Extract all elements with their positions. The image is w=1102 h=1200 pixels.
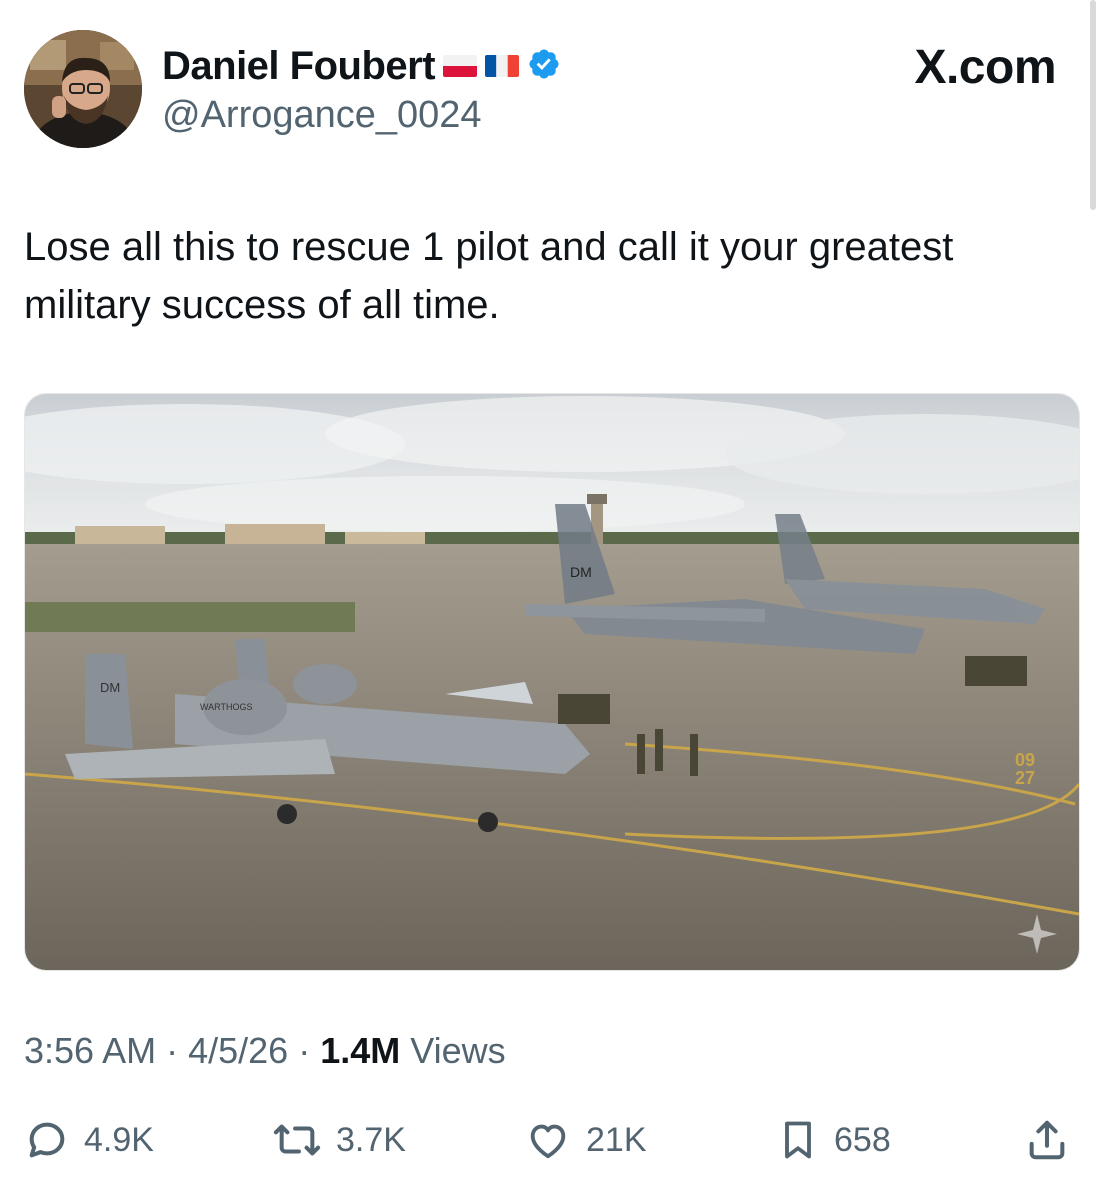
avatar[interactable] [24, 30, 142, 148]
post-date[interactable]: 4/5/26 [188, 1030, 288, 1072]
post-text: Lose all this to rescue 1 pilot and call… [24, 225, 954, 327]
author-display-name[interactable]: Daniel Foubert [162, 44, 436, 89]
tail-code-dm: DM [100, 680, 120, 695]
post-meta: 3:56 AM · 4/5/26 · 1.4M Views [24, 1030, 506, 1072]
post-header: Daniel Foubert @Arrogance_0024 X.com [24, 30, 1078, 150]
meta-separator: · [166, 1030, 179, 1071]
bookmark-icon [776, 1117, 820, 1163]
bookmark-button[interactable]: 658 [776, 1110, 891, 1170]
reply-icon [24, 1117, 70, 1163]
share-icon [1024, 1117, 1070, 1163]
views-label: Views [410, 1030, 506, 1071]
x-brand-logo: X.com [914, 40, 1056, 95]
repost-icon [272, 1117, 322, 1163]
brand-label: X.com [914, 41, 1056, 94]
runway-marking-09: 09 [1015, 750, 1035, 770]
bookmark-count: 658 [834, 1120, 891, 1159]
repost-button[interactable]: 3.7K [272, 1110, 406, 1170]
warthogs-label: WARTHOGS [200, 702, 253, 712]
runway-marking-27: 27 [1015, 768, 1035, 788]
reply-button[interactable]: 4.9K [24, 1110, 154, 1170]
author-handle[interactable]: @Arrogance_0024 [162, 94, 482, 137]
france-flag-icon [485, 55, 520, 77]
reply-count: 4.9K [84, 1120, 154, 1159]
views-count[interactable]: 1.4M [320, 1030, 400, 1071]
share-button[interactable] [1024, 1110, 1070, 1170]
scrollbar[interactable] [1090, 0, 1096, 210]
post-time[interactable]: 3:56 AM [24, 1030, 156, 1072]
meta-separator: · [298, 1030, 311, 1071]
heart-icon [524, 1117, 572, 1163]
tail-code-dm-2: DM [570, 564, 592, 580]
verified-badge-icon [527, 47, 561, 86]
repost-count: 3.7K [336, 1120, 406, 1159]
poland-flag-icon [443, 55, 478, 77]
author-name-row: Daniel Foubert [162, 42, 561, 90]
action-bar: 4.9K 3.7K 21K 658 [24, 1110, 1078, 1170]
like-button[interactable]: 21K [524, 1110, 647, 1170]
post-image[interactable]: 09 27 DM DM WARTHOGS [24, 393, 1080, 971]
like-count: 21K [586, 1120, 647, 1159]
